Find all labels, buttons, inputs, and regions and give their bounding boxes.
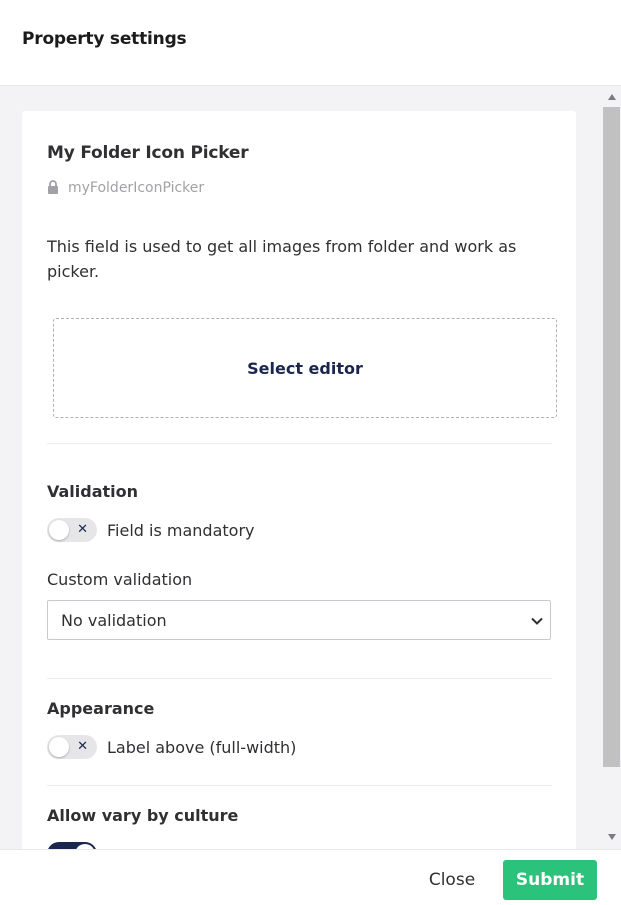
toggle-knob bbox=[49, 520, 69, 540]
property-name: My Folder Icon Picker bbox=[47, 143, 249, 163]
close-button[interactable]: Close bbox=[414, 860, 490, 900]
dialog-footer: Close Submit bbox=[0, 849, 621, 905]
dialog-body[interactable]: My Folder Icon Picker myFolderIconPicker… bbox=[0, 86, 621, 849]
custom-validation-value: No validation bbox=[61, 610, 167, 630]
select-editor-label: Select editor bbox=[247, 358, 363, 378]
label-above-label: Label above (full-width) bbox=[107, 737, 297, 757]
mandatory-toggle[interactable]: ✕ bbox=[47, 518, 97, 542]
submit-button[interactable]: Submit bbox=[503, 860, 597, 900]
scroll-down-arrow-icon[interactable] bbox=[608, 834, 616, 840]
dialog-title: Property settings bbox=[22, 29, 187, 49]
divider bbox=[47, 678, 552, 679]
dialog-header: Property settings bbox=[0, 0, 621, 86]
culture-toggle-row bbox=[47, 842, 107, 849]
select-editor-button[interactable]: Select editor bbox=[53, 318, 557, 418]
divider bbox=[47, 443, 552, 444]
lock-icon[interactable] bbox=[47, 180, 61, 196]
mandatory-label: Field is mandatory bbox=[107, 520, 255, 540]
culture-title: Allow vary by culture bbox=[47, 806, 239, 825]
property-alias: myFolderIconPicker bbox=[47, 179, 204, 197]
label-above-toggle[interactable]: ✕ bbox=[47, 735, 97, 759]
property-description: This field is used to get all images fro… bbox=[47, 237, 517, 281]
label-above-toggle-row: ✕ Label above (full-width) bbox=[47, 735, 296, 759]
x-icon: ✕ bbox=[77, 739, 88, 754]
x-icon: ✕ bbox=[77, 522, 88, 537]
scrollbar-thumb[interactable] bbox=[603, 107, 620, 767]
custom-validation-label: Custom validation bbox=[47, 570, 193, 589]
chevron-down-icon bbox=[530, 613, 544, 627]
divider bbox=[47, 785, 552, 786]
property-card: My Folder Icon Picker myFolderIconPicker… bbox=[22, 111, 576, 849]
toggle-knob bbox=[49, 737, 69, 757]
appearance-title: Appearance bbox=[47, 699, 155, 718]
vertical-scrollbar[interactable] bbox=[603, 86, 621, 849]
alias-text: myFolderIconPicker bbox=[68, 180, 205, 196]
vary-by-culture-toggle[interactable] bbox=[47, 842, 97, 849]
custom-validation-select[interactable]: No validation bbox=[47, 600, 551, 640]
validation-title: Validation bbox=[47, 482, 139, 501]
scroll-up-arrow-icon[interactable] bbox=[608, 94, 616, 100]
mandatory-toggle-row: ✕ Field is mandatory bbox=[47, 518, 254, 542]
